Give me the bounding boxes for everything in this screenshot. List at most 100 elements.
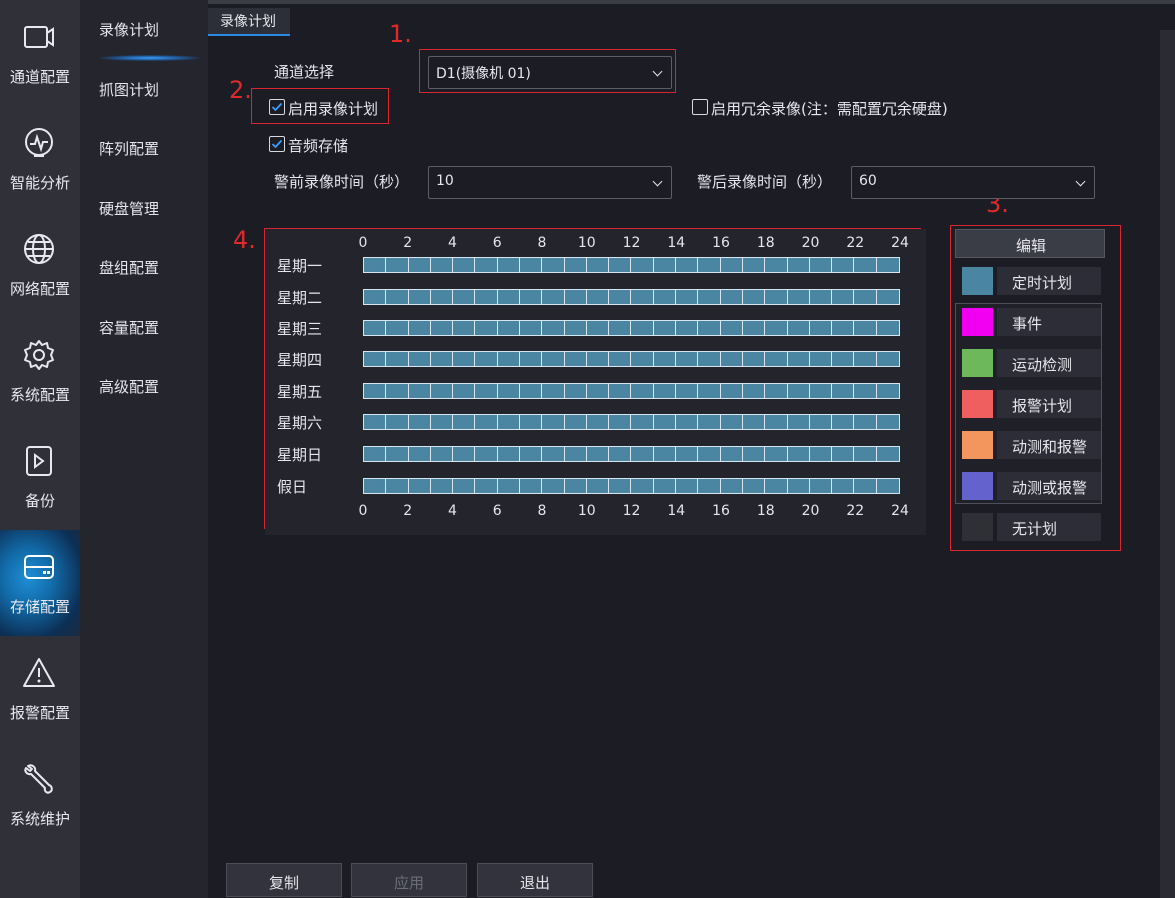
hour-segment[interactable] [810, 447, 833, 461]
apply-button[interactable]: 应用 [351, 863, 467, 897]
hour-segment[interactable] [587, 479, 610, 493]
hour-segment[interactable] [364, 415, 387, 429]
hour-segment[interactable] [565, 415, 587, 429]
hour-segment[interactable] [743, 384, 766, 398]
hour-segment[interactable] [520, 258, 543, 272]
hour-segment[interactable] [810, 479, 833, 493]
hour-segment[interactable] [698, 384, 721, 398]
hour-segment[interactable] [810, 321, 833, 335]
hour-segment[interactable] [453, 384, 476, 398]
hour-segment[interactable] [386, 352, 409, 366]
hour-segment[interactable] [721, 384, 743, 398]
hour-segment[interactable] [854, 415, 877, 429]
hour-segment[interactable] [587, 415, 610, 429]
hour-segment[interactable] [854, 352, 877, 366]
hour-segment[interactable] [409, 321, 431, 335]
copy-button[interactable]: 复制 [226, 863, 342, 897]
hour-segment[interactable] [765, 352, 788, 366]
hour-segment[interactable] [386, 479, 409, 493]
hour-segment[interactable] [765, 415, 788, 429]
nav-channel-config[interactable]: 通道配置 [0, 0, 80, 106]
hour-segment[interactable] [364, 384, 387, 398]
hour-segment[interactable] [409, 479, 431, 493]
hour-segment[interactable] [654, 447, 677, 461]
hour-segment[interactable] [632, 258, 654, 272]
hour-segment[interactable] [743, 321, 766, 335]
hour-segment[interactable] [498, 258, 521, 272]
hour-segment[interactable] [765, 258, 788, 272]
hour-segment[interactable] [721, 352, 743, 366]
hour-segment[interactable] [587, 384, 610, 398]
hour-segment[interactable] [498, 415, 521, 429]
hour-segment[interactable] [542, 321, 565, 335]
hour-segment[interactable] [877, 290, 899, 304]
hour-segment[interactable] [453, 258, 476, 272]
hour-segment[interactable] [475, 447, 498, 461]
hour-segment[interactable] [788, 321, 810, 335]
legend-motion-or-alarm[interactable]: 动测或报警 [962, 472, 1102, 500]
hour-segment[interactable] [788, 415, 810, 429]
hour-segment[interactable] [788, 479, 810, 493]
nav-smart-analysis[interactable]: 智能分析 [0, 106, 80, 212]
hour-segment[interactable] [498, 321, 521, 335]
edit-button[interactable]: 编辑 [955, 229, 1105, 258]
hour-segment[interactable] [632, 290, 654, 304]
hour-segment[interactable] [676, 258, 699, 272]
hour-segment[interactable] [632, 384, 654, 398]
hour-segment[interactable] [765, 479, 788, 493]
hour-segment[interactable] [609, 384, 632, 398]
submenu-array-config[interactable]: 阵列配置 [80, 128, 208, 168]
hour-segment[interactable] [453, 479, 476, 493]
hour-segment[interactable] [565, 479, 587, 493]
hour-segment[interactable] [542, 290, 565, 304]
hour-segment[interactable] [721, 479, 743, 493]
nav-storage-config[interactable]: 存储配置 [0, 530, 80, 636]
hour-segment[interactable] [364, 479, 387, 493]
day-schedule-bar[interactable] [363, 320, 900, 336]
hour-segment[interactable] [721, 258, 743, 272]
exit-button[interactable]: 退出 [477, 863, 593, 897]
hour-segment[interactable] [431, 352, 454, 366]
legend-scheduled[interactable]: 定时计划 [962, 267, 1102, 295]
hour-segment[interactable] [609, 321, 632, 335]
hour-segment[interactable] [609, 479, 632, 493]
submenu-advanced-config[interactable]: 高级配置 [80, 366, 208, 406]
nav-alarm-config[interactable]: 报警配置 [0, 636, 80, 742]
hour-segment[interactable] [364, 352, 387, 366]
nav-backup[interactable]: 备份 [0, 424, 80, 530]
hour-segment[interactable] [587, 321, 610, 335]
hour-segment[interactable] [832, 415, 855, 429]
hour-segment[interactable] [431, 290, 454, 304]
hour-segment[interactable] [386, 258, 409, 272]
hour-segment[interactable] [632, 479, 654, 493]
hour-segment[interactable] [386, 384, 409, 398]
hour-segment[interactable] [676, 479, 699, 493]
hour-segment[interactable] [565, 384, 587, 398]
hour-segment[interactable] [743, 415, 766, 429]
hour-segment[interactable] [609, 415, 632, 429]
hour-segment[interactable] [743, 479, 766, 493]
hour-segment[interactable] [788, 447, 810, 461]
redundant-record-checkbox[interactable] [692, 99, 708, 115]
hour-segment[interactable] [854, 321, 877, 335]
legend-alarm[interactable]: 报警计划 [962, 390, 1102, 418]
hour-segment[interactable] [698, 352, 721, 366]
hour-segment[interactable] [676, 352, 699, 366]
hour-segment[interactable] [832, 447, 855, 461]
hour-segment[interactable] [565, 447, 587, 461]
hour-segment[interactable] [854, 258, 877, 272]
hour-segment[interactable] [475, 258, 498, 272]
hour-segment[interactable] [854, 447, 877, 461]
hour-segment[interactable] [676, 290, 699, 304]
hour-segment[interactable] [520, 290, 543, 304]
hour-segment[interactable] [587, 290, 610, 304]
day-schedule-bar[interactable] [363, 257, 900, 273]
submenu-record-schedule[interactable]: 录像计划 [80, 9, 208, 61]
hour-segment[interactable] [765, 447, 788, 461]
nav-system-maintenance[interactable]: 系统维护 [0, 742, 80, 848]
day-schedule-bar[interactable] [363, 478, 900, 494]
hour-segment[interactable] [877, 415, 899, 429]
hour-segment[interactable] [877, 479, 899, 493]
hour-segment[interactable] [587, 447, 610, 461]
hour-segment[interactable] [788, 258, 810, 272]
